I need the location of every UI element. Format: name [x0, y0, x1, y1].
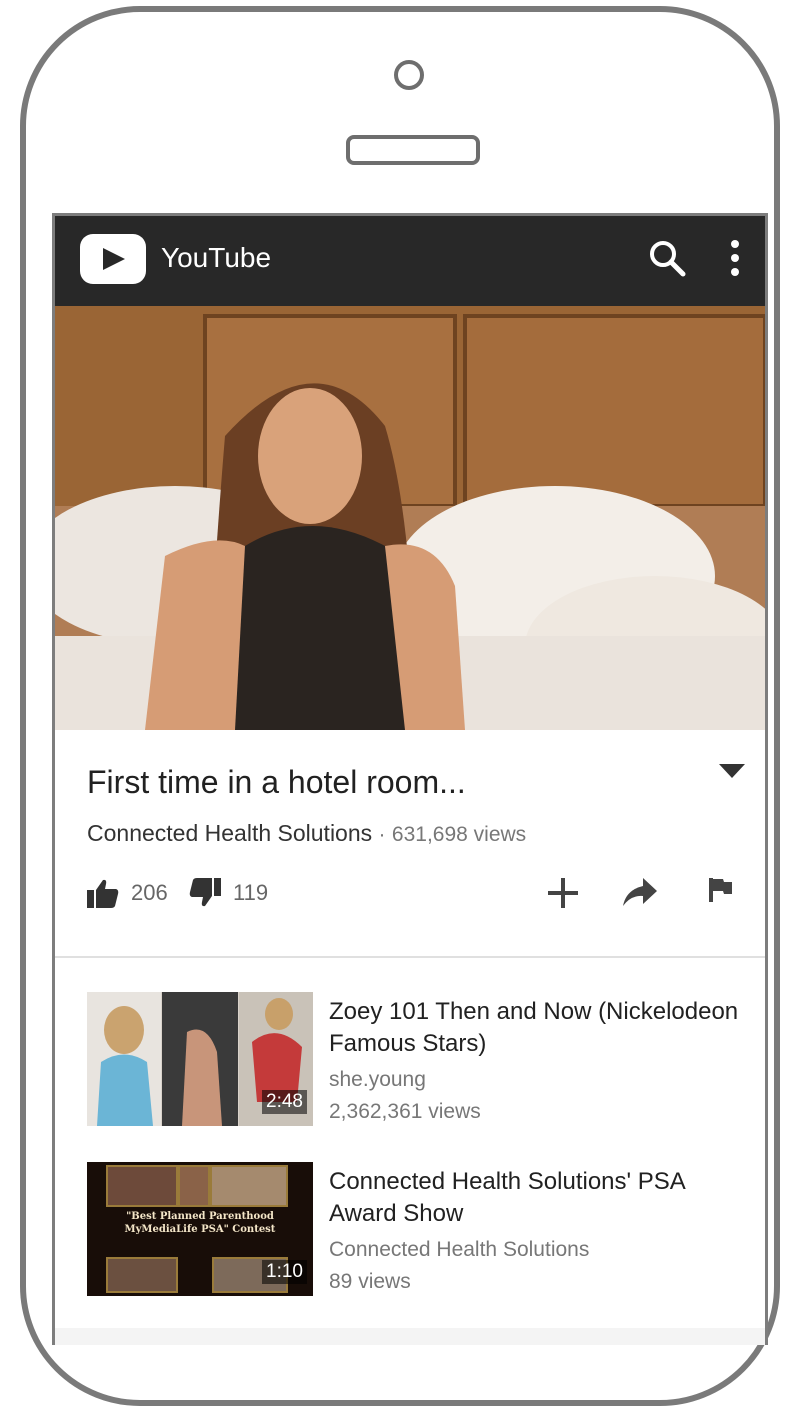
more-vert-icon[interactable]	[723, 238, 747, 280]
search-icon[interactable]	[647, 238, 687, 278]
dislike-count: 119	[233, 880, 269, 905]
related-video-item[interactable]: "Best Planned Parenthood MyMediaLife PSA…	[55, 1162, 765, 1302]
like-count: 206	[131, 880, 168, 905]
video-player[interactable]	[55, 306, 765, 730]
divider	[55, 956, 765, 958]
action-row: 206 119	[55, 874, 765, 914]
meta-separator: ·	[378, 823, 386, 846]
expand-description-icon[interactable]	[719, 764, 745, 780]
related-video-channel: Connected Health Solutions	[329, 1238, 590, 1261]
related-video-views: 89 views	[329, 1270, 411, 1293]
top-app-bar: YouTube	[55, 216, 765, 306]
related-video-channel: she.young	[329, 1068, 426, 1091]
thumbs-down-icon	[189, 878, 221, 907]
view-count: 631,698 views	[391, 823, 527, 846]
youtube-logo-icon[interactable]	[80, 234, 146, 284]
phone-speaker	[346, 135, 480, 165]
dislike-button[interactable]: 119	[189, 874, 279, 914]
video-thumbnail[interactable]: "Best Planned Parenthood MyMediaLife PSA…	[87, 1162, 313, 1296]
channel-name[interactable]: Connected Health Solutions	[87, 820, 372, 846]
flag-icon[interactable]	[709, 878, 733, 908]
thumbs-up-icon	[87, 879, 119, 908]
phone-camera	[394, 60, 424, 90]
related-video-item[interactable]: 2:48 Zoey 101 Then and Now (Nickelodeon …	[55, 992, 765, 1132]
related-video-views: 2,362,361 views	[329, 1100, 481, 1123]
related-video-title: Connected Health Solutions' PSA Award Sh…	[329, 1168, 685, 1227]
app-title: YouTube	[161, 242, 272, 273]
share-icon[interactable]	[623, 878, 657, 908]
video-meta: Connected Health Solutions · 631,698 vie…	[87, 820, 526, 847]
video-title: First time in a hotel room...	[87, 764, 466, 800]
thumbnail-caption: "Best Planned Parenthood MyMediaLife PSA…	[124, 1211, 276, 1235]
related-video-item-partial[interactable]	[55, 1328, 765, 1345]
related-video-title: Zoey 101 Then and Now (Nickelodeon Famou…	[329, 998, 739, 1057]
app-screen: YouTube First time in a hotel room... Co…	[52, 213, 768, 1345]
video-duration: 1:10	[262, 1260, 307, 1284]
like-button[interactable]: 206	[87, 874, 177, 914]
add-to-playlist-icon[interactable]	[548, 878, 578, 908]
video-duration: 2:48	[262, 1090, 307, 1114]
video-thumbnail[interactable]: 2:48	[87, 992, 313, 1126]
